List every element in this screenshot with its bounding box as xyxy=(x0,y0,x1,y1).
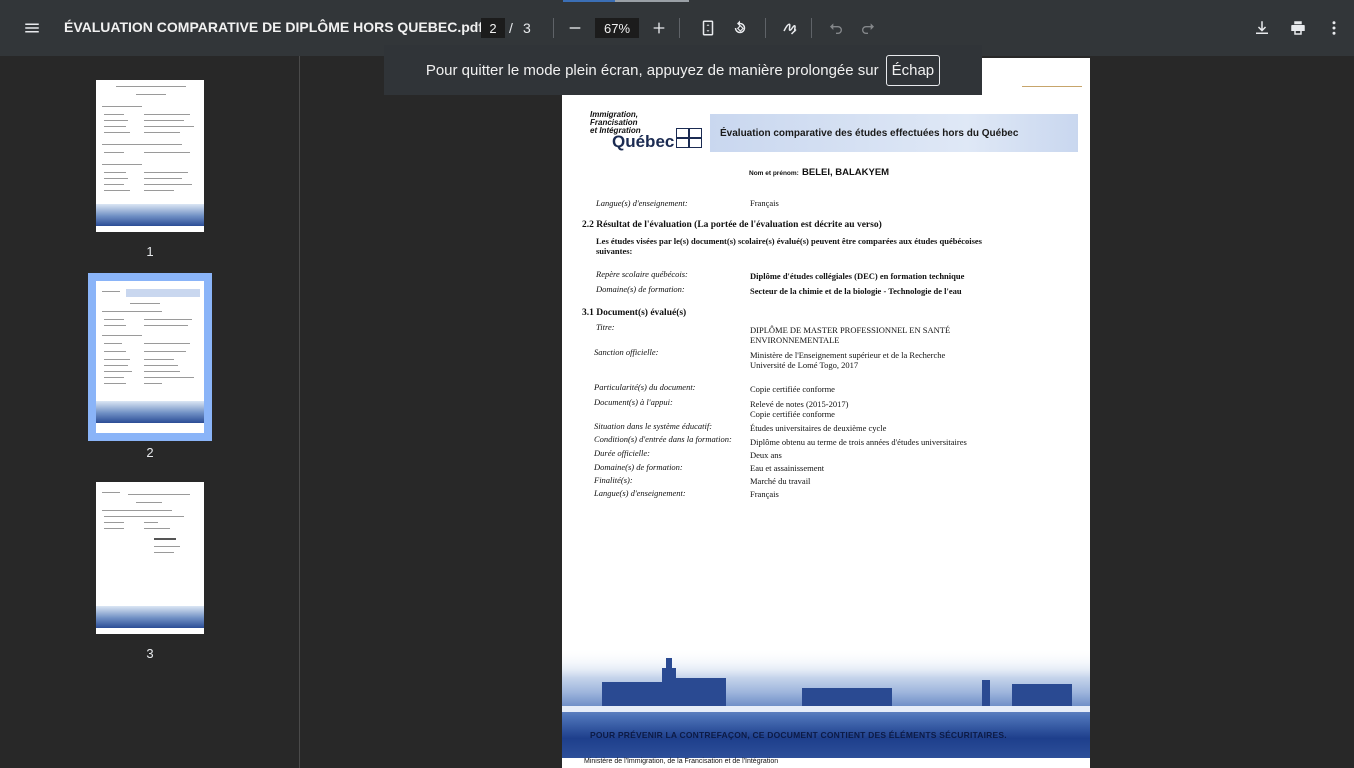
thumbnail-page-number: 1 xyxy=(146,244,154,259)
field-label: Durée officielle: xyxy=(594,448,650,458)
redo-icon xyxy=(862,23,874,34)
menu-icon xyxy=(25,23,39,33)
annotate-icon xyxy=(783,23,797,35)
section-heading: 3.1 Document(s) évalué(s) xyxy=(582,308,687,318)
city-skyline-image xyxy=(562,648,1090,758)
banner-title: Évaluation comparative des études effect… xyxy=(720,128,1019,139)
page-separator: / xyxy=(509,20,513,36)
toolbar-divider xyxy=(553,18,554,38)
name-label: Nom et prénom: xyxy=(749,170,799,177)
zoom-in-button[interactable] xyxy=(643,12,675,44)
field-value: Copie certifiée conforme xyxy=(750,384,835,394)
redo-button[interactable] xyxy=(852,12,884,44)
rotate-icon xyxy=(734,20,746,34)
more-options-button[interactable] xyxy=(1318,12,1350,44)
page-thumbnail[interactable] xyxy=(96,482,204,634)
toast-message: Pour quitter le mode plein écran, appuye… xyxy=(425,61,879,79)
zoom-out-button[interactable] xyxy=(559,12,591,44)
page-footer: Ministère de l'Immigration, de la Franci… xyxy=(584,758,779,765)
zoom-level-input[interactable] xyxy=(595,18,639,38)
fullscreen-exit-toast: Pour quitter le mode plein écran, appuye… xyxy=(384,45,982,95)
skyline-sky xyxy=(562,648,1090,678)
field-value: Français xyxy=(750,489,779,499)
field-label: Langue(s) d'enseignement: xyxy=(594,488,686,498)
pdf-viewer[interactable]: Immigration, Francisation et Intégration… xyxy=(301,56,1354,768)
field-label: Document(s) à l'appui: xyxy=(594,397,673,407)
page-thumbnail-selected[interactable] xyxy=(88,273,212,441)
field-value: Ministère de l'Enseignement supérieur et… xyxy=(750,350,946,370)
annotate-button[interactable] xyxy=(774,12,806,44)
thumbnail-sidebar: 1 2 3 xyxy=(0,56,300,768)
fit-page-icon xyxy=(702,20,714,36)
field-label: Sanction officielle: xyxy=(594,347,659,357)
toolbar-divider xyxy=(765,18,766,38)
menu-button[interactable] xyxy=(16,12,48,44)
field-label: Situation dans le système éducatif: xyxy=(594,421,713,431)
name-value: BELEI, BALAKYEM xyxy=(802,167,890,178)
thumbnail-page-number: 2 xyxy=(146,445,154,460)
download-icon xyxy=(1256,21,1268,34)
progress-indicator-track xyxy=(615,0,689,2)
page-number-input[interactable] xyxy=(481,18,505,38)
page-thumbnail[interactable] xyxy=(96,80,204,232)
field-label: Titre: xyxy=(596,322,615,332)
escape-key-hint: Échap xyxy=(885,54,941,86)
field-label: Langue(s) d'enseignement: xyxy=(596,198,688,208)
rotate-button[interactable] xyxy=(724,12,756,44)
field-label: Condition(s) d'entrée dans la formation: xyxy=(594,434,732,444)
section-heading: 2.2 Résultat de l'évaluation (La portée … xyxy=(582,220,882,230)
download-button[interactable] xyxy=(1246,12,1278,44)
fleur-de-lis-flag-icon xyxy=(676,128,702,148)
field-value: Deux ans xyxy=(750,450,782,460)
zoom-in-icon xyxy=(653,22,665,34)
thumbnail-page-number: 3 xyxy=(146,646,154,661)
field-value: Eau et assainissement xyxy=(750,463,825,473)
zoom-out-icon xyxy=(569,27,581,29)
field-value: Marché du travail xyxy=(750,476,811,486)
field-value: Études universitaires de deuxième cycle xyxy=(750,423,887,433)
field-label: Domaine(s) de formation: xyxy=(594,462,683,472)
quebec-logo: Immigration, Francisation et Intégration… xyxy=(590,110,730,156)
page-total: 3 xyxy=(523,20,531,36)
field-label: Repère scolaire québécois: xyxy=(596,269,688,279)
toolbar-divider xyxy=(679,18,680,38)
field-value: Relevé de notes (2015-2017) Copie certif… xyxy=(750,399,849,419)
field-label: Particularité(s) du document: xyxy=(594,382,696,392)
more-vert-icon xyxy=(1332,21,1336,35)
field-label: Domaine(s) de formation: xyxy=(596,284,685,294)
undo-icon xyxy=(830,23,842,34)
print-icon xyxy=(1291,21,1305,35)
print-button[interactable] xyxy=(1282,12,1314,44)
field-value: Secteur de la chimie et de la biologie -… xyxy=(750,286,962,296)
field-value: Diplôme d'études collégiales (DEC) en fo… xyxy=(750,271,965,281)
document-banner: Évaluation comparative des études effect… xyxy=(710,114,1078,152)
page-decoration xyxy=(1022,86,1082,87)
progress-indicator xyxy=(563,0,615,2)
field-label: Finalité(s): xyxy=(594,475,633,485)
pdf-page: Immigration, Francisation et Intégration… xyxy=(562,58,1090,768)
section-subtitle: Les études visées par le(s) document(s) … xyxy=(596,236,982,256)
logo-brand: Québec xyxy=(612,132,675,151)
field-value: Français xyxy=(750,198,779,208)
field-value: DIPLÔME DE MASTER PROFESSIONNEL EN SANTÉ… xyxy=(750,325,951,345)
toolbar-divider xyxy=(811,18,812,38)
undo-button[interactable] xyxy=(820,12,852,44)
field-value: Diplôme obtenu au terme de trois années … xyxy=(750,437,967,447)
document-title: ÉVALUATION COMPARATIVE DE DIPLÔME HORS Q… xyxy=(64,19,483,35)
security-warning: POUR PRÉVENIR LA CONTREFAÇON, CE DOCUMEN… xyxy=(590,730,1007,740)
fit-page-button[interactable] xyxy=(692,12,724,44)
